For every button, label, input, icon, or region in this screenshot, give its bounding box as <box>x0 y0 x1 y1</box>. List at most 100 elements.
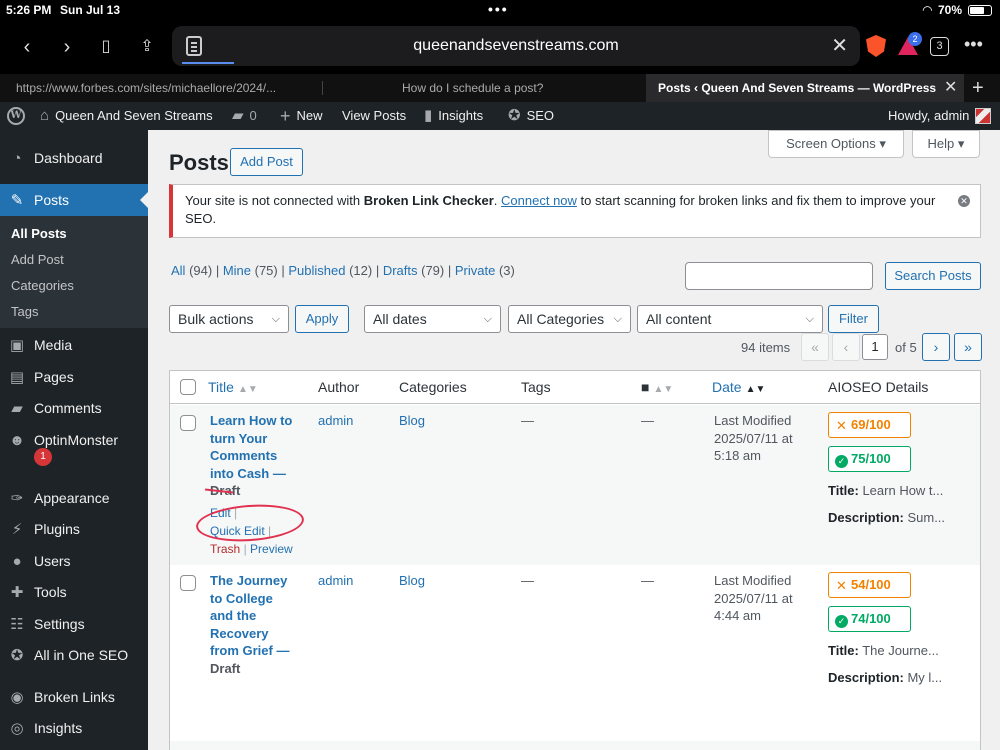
comment-icon: ▰ <box>11 400 23 417</box>
content-filter-select[interactable]: All content ⌵ <box>637 305 823 333</box>
search-input[interactable] <box>685 262 873 290</box>
sidebar-item-comments[interactable]: ▰ Comments <box>0 392 148 424</box>
browser-tab-forbes[interactable]: https://www.forbes.com/sites/michaellore… <box>16 74 306 102</box>
tab-count-button[interactable]: 3 <box>930 37 949 56</box>
post-title-link[interactable]: The Journey to College and the Recovery … <box>210 572 310 678</box>
table-row: Learn How to turn Your Comments into Cas… <box>170 405 980 565</box>
column-categories: Categories <box>399 379 467 395</box>
site-name-link[interactable]: ⌂ Queen And Seven Streams <box>40 102 213 130</box>
trash-link[interactable]: Trash <box>210 542 240 556</box>
sidebar-item-users[interactable]: ● Users <box>0 545 148 577</box>
brave-shield-icon[interactable] <box>866 35 886 57</box>
current-page-input[interactable]: 1 <box>862 334 888 360</box>
status-time: 5:26 PM <box>6 3 52 17</box>
category-link[interactable]: Blog <box>399 412 425 430</box>
truseo-score-badge[interactable]: ✕ 69/100 <box>828 412 911 438</box>
howdy-text: Howdy, admin <box>888 108 970 123</box>
filter-mine[interactable]: Mine (75) <box>223 263 278 278</box>
apply-button[interactable]: Apply <box>295 305 349 333</box>
dismiss-notice-icon[interactable]: ✕ <box>958 195 970 207</box>
sidebar-item-dashboard[interactable]: ◔ Dashboard <box>0 142 148 174</box>
last-page-button[interactable]: » <box>954 333 982 361</box>
close-tab-icon[interactable]: ✕ <box>944 74 957 102</box>
browser-tab-schedule[interactable]: How do I schedule a post? <box>402 74 632 102</box>
sidebar-item-plugins[interactable]: ⚡ Plugins <box>0 513 148 545</box>
author-link[interactable]: admin <box>318 572 353 590</box>
category-link[interactable]: Blog <box>399 572 425 590</box>
filter-all[interactable]: All (94) <box>171 263 212 278</box>
prev-page-button[interactable]: ‹ <box>832 333 860 361</box>
bulk-actions-select[interactable]: Bulk actions ⌵ <box>169 305 289 333</box>
row-checkbox[interactable] <box>180 575 196 591</box>
submenu-all-posts[interactable]: All Posts <box>11 226 67 241</box>
sidebar-item-tools[interactable]: ✚ Tools <box>0 576 148 608</box>
filter-private[interactable]: Private (3) <box>455 263 515 278</box>
sidebar-item-aioseo[interactable]: ✪ All in One SEO <box>0 639 148 671</box>
comments-link[interactable]: ▰ 0 <box>232 102 257 130</box>
sidebar-item-posts[interactable]: ✎ Posts <box>0 184 148 216</box>
bookmarks-icon[interactable]: ▯ <box>93 34 119 60</box>
categories-filter-select[interactable]: All Categories ⌵ <box>508 305 631 333</box>
sidebar-item-settings[interactable]: ☷ Settings <box>0 608 148 640</box>
submenu-tags[interactable]: Tags <box>11 304 38 319</box>
row-checkbox[interactable] <box>180 415 196 431</box>
headline-score-badge[interactable]: ✓ 75/100 <box>828 446 911 472</box>
dates-filter-select[interactable]: All dates ⌵ <box>364 305 501 333</box>
column-comments[interactable]: ■ ▲▼ <box>641 379 673 395</box>
aioseo-icon: ✪ <box>10 647 24 664</box>
help-button[interactable]: Help ▾ <box>912 130 980 158</box>
sidebar-item-appearance[interactable]: ✑ Appearance <box>0 482 148 514</box>
plus-icon: + <box>280 106 291 126</box>
first-page-button[interactable]: « <box>801 333 829 361</box>
share-icon[interactable]: ⇪ <box>134 34 160 60</box>
clear-url-icon[interactable]: ✕ <box>831 33 848 58</box>
new-content-link[interactable]: + New <box>280 102 323 130</box>
pin-icon: ✎ <box>10 192 24 209</box>
headline-score-badge[interactable]: ✓ 74/100 <box>828 606 911 632</box>
sidebar-item-broken-links[interactable]: ◉ Broken Links <box>0 681 148 713</box>
connect-now-link[interactable]: Connect now <box>501 193 577 208</box>
select-all-checkbox[interactable] <box>180 379 196 395</box>
sidebar-item-optinmonster[interactable]: ☻ OptinMonster <box>0 424 148 456</box>
sidebar-item-media[interactable]: ▣ Media <box>0 329 148 361</box>
seo-label: SEO <box>526 108 555 123</box>
url-text[interactable]: queenandsevenstreams.com <box>172 37 860 55</box>
column-date[interactable]: Date ▲▼ <box>712 379 765 395</box>
multitasking-dots-icon[interactable]: ••• <box>488 1 509 17</box>
rewards-badge: 2 <box>908 32 922 46</box>
plugin-icon: ⚡ <box>11 521 23 538</box>
new-tab-icon[interactable]: + <box>972 74 984 102</box>
wp-logo-menu[interactable]: W <box>7 102 25 130</box>
chevron-down-icon: ⌵ <box>483 313 492 325</box>
more-menu-icon[interactable]: ••• <box>964 34 983 55</box>
load-progress <box>182 62 234 64</box>
forward-icon[interactable]: › <box>54 34 80 60</box>
my-account-link[interactable]: Howdy, admin <box>888 102 992 130</box>
truseo-score-badge[interactable]: ✕ 54/100 <box>828 572 911 598</box>
search-posts-button[interactable]: Search Posts <box>885 262 981 290</box>
insights-link[interactable]: ▮ Insights <box>424 102 483 130</box>
preview-link[interactable]: Preview <box>250 542 293 556</box>
filter-drafts[interactable]: Drafts (79) <box>383 263 444 278</box>
browser-tab-posts[interactable]: Posts ‹ Queen And Seven Streams — WordPr… <box>646 74 964 102</box>
sidebar-item-insights[interactable]: ◎ Insights <box>0 712 148 744</box>
column-title[interactable]: Title ▲▼ <box>208 379 258 395</box>
battery-icon <box>968 4 992 16</box>
next-page-button[interactable]: › <box>922 333 950 361</box>
submenu-add-post[interactable]: Add Post <box>11 252 64 267</box>
view-posts-link[interactable]: View Posts <box>342 102 406 130</box>
screen-options-button[interactable]: Screen Options ▾ <box>768 130 904 158</box>
filter-button[interactable]: Filter <box>828 305 879 333</box>
author-link[interactable]: admin <box>318 412 353 430</box>
column-tags: Tags <box>521 379 551 395</box>
seo-title-line: Title: Learn How t... <box>828 483 944 498</box>
comments-count: 0 <box>249 108 257 123</box>
sidebar-item-pages[interactable]: ▤ Pages <box>0 361 148 393</box>
submenu-categories[interactable]: Categories <box>11 278 74 293</box>
address-bar[interactable]: queenandsevenstreams.com ✕ <box>172 26 860 66</box>
seo-link[interactable]: ✪ SEO <box>508 102 554 130</box>
filter-published[interactable]: Published (12) <box>288 263 372 278</box>
back-icon[interactable]: ‹ <box>14 34 40 60</box>
add-post-button[interactable]: Add Post <box>230 148 303 176</box>
post-title-link[interactable]: Learn How to turn Your Comments into Cas… <box>210 412 310 500</box>
